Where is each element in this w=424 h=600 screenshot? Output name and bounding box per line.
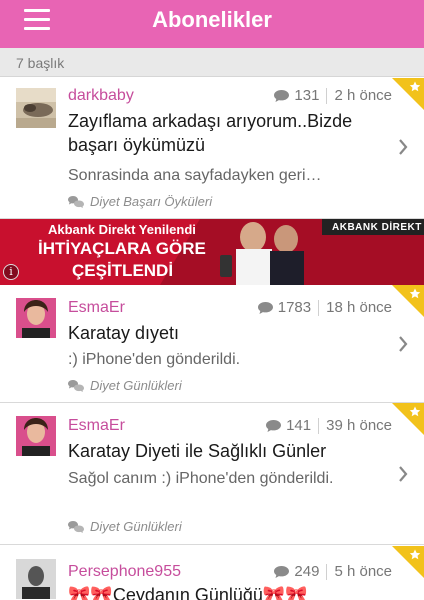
topic-category: Diyet Günlükleri (68, 519, 182, 534)
comment-bubble-icon (257, 301, 273, 314)
favorite-star-icon[interactable] (392, 78, 424, 110)
topic-list-item[interactable]: EsmaEr 141 39 h önce Karatay Diyeti ile … (0, 403, 424, 545)
category-chat-icon (68, 379, 84, 392)
topic-snippet: :) iPhone'den gönderildi. (68, 351, 241, 368)
topic-title: Karatay Diyeti ile Sağlıklı Günler (68, 441, 327, 461)
category-label[interactable]: Diyet Günlükleri (90, 519, 182, 534)
comment-bubble-icon (274, 565, 290, 578)
topic-category: Diyet Günlükleri (68, 378, 182, 393)
ad-brand-logo: AKBANK DİREKT (332, 222, 422, 233)
author-name[interactable]: EsmaEr (68, 299, 125, 317)
chevron-right-icon[interactable] (398, 336, 408, 352)
topic-category: Diyet Başarı Öyküleri (68, 194, 212, 209)
topic-title: Zayıflama arkadaşı arıyorum..Bizde başar… (68, 111, 353, 155)
time-ago: 18 h önce (326, 299, 392, 316)
ad-banner[interactable]: Akbank Direkt Yenilendi İHTİYAÇLARA GÖRE… (0, 219, 424, 285)
topic-snippet: Sağol canım :) iPhone'den gönderildi. (68, 470, 334, 487)
topic-list-item[interactable]: Persephone955 249 5 h önce 🎀🎀Ceydanın Gü… (0, 546, 424, 600)
topic-title: 🎀🎀Ceydanın Günlüğü🎀🎀 (68, 585, 308, 600)
avatar (16, 416, 56, 456)
comment-count: 131 (294, 87, 320, 104)
author-name[interactable]: darkbaby (68, 87, 134, 105)
topic-meta: 141 39 h önce (266, 417, 392, 434)
category-chat-icon (68, 520, 84, 533)
avatar (16, 88, 56, 128)
favorite-star-icon[interactable] (392, 546, 424, 578)
topic-count-bar: 7 başlık (0, 48, 424, 77)
comment-count: 1783 (277, 299, 312, 316)
ad-tagline-2: ÇEŞİTLENDİ (72, 261, 174, 280)
time-ago: 39 h önce (326, 417, 392, 434)
topic-snippet: Sonrasinda ana sayfadayken geri… (68, 167, 322, 184)
topic-list-item[interactable]: EsmaEr 1783 18 h önce Karatay dıyetı :) … (0, 285, 424, 403)
favorite-star-icon[interactable] (392, 285, 424, 317)
category-label[interactable]: Diyet Başarı Öyküleri (90, 194, 212, 209)
chevron-right-icon[interactable] (398, 466, 408, 482)
category-chat-icon (68, 195, 84, 208)
ad-tagline-1: İHTİYAÇLARA GÖRE (38, 239, 206, 258)
topic-meta: 131 2 h önce (274, 87, 392, 104)
topic-meta: 249 5 h önce (274, 563, 392, 580)
ad-headline: Akbank Direkt Yenilendi (48, 222, 196, 237)
avatar (16, 298, 56, 338)
time-ago: 2 h önce (334, 87, 392, 104)
topic-title: Karatay dıyetı (68, 323, 180, 343)
comment-bubble-icon (274, 89, 290, 102)
author-name[interactable]: Persephone955 (68, 563, 181, 581)
page-title: Abonelikler (152, 7, 272, 32)
topic-meta: 1783 18 h önce (257, 299, 392, 316)
topic-list-item[interactable]: darkbaby 131 2 h önce Zayıflama arkadaşı… (0, 78, 424, 219)
comment-count: 249 (294, 563, 320, 580)
author-name[interactable]: EsmaEr (68, 417, 125, 435)
navigation-bar: Abonelikler (0, 0, 424, 48)
comment-count: 141 (286, 417, 312, 434)
ad-info-icon[interactable]: i (3, 264, 19, 280)
chevron-right-icon[interactable] (398, 139, 408, 155)
comment-bubble-icon (266, 419, 282, 432)
category-label[interactable]: Diyet Günlükleri (90, 378, 182, 393)
topic-count-label: 7 başlık (16, 55, 65, 71)
avatar (16, 559, 56, 599)
time-ago: 5 h önce (334, 563, 392, 580)
favorite-star-icon[interactable] (392, 403, 424, 435)
